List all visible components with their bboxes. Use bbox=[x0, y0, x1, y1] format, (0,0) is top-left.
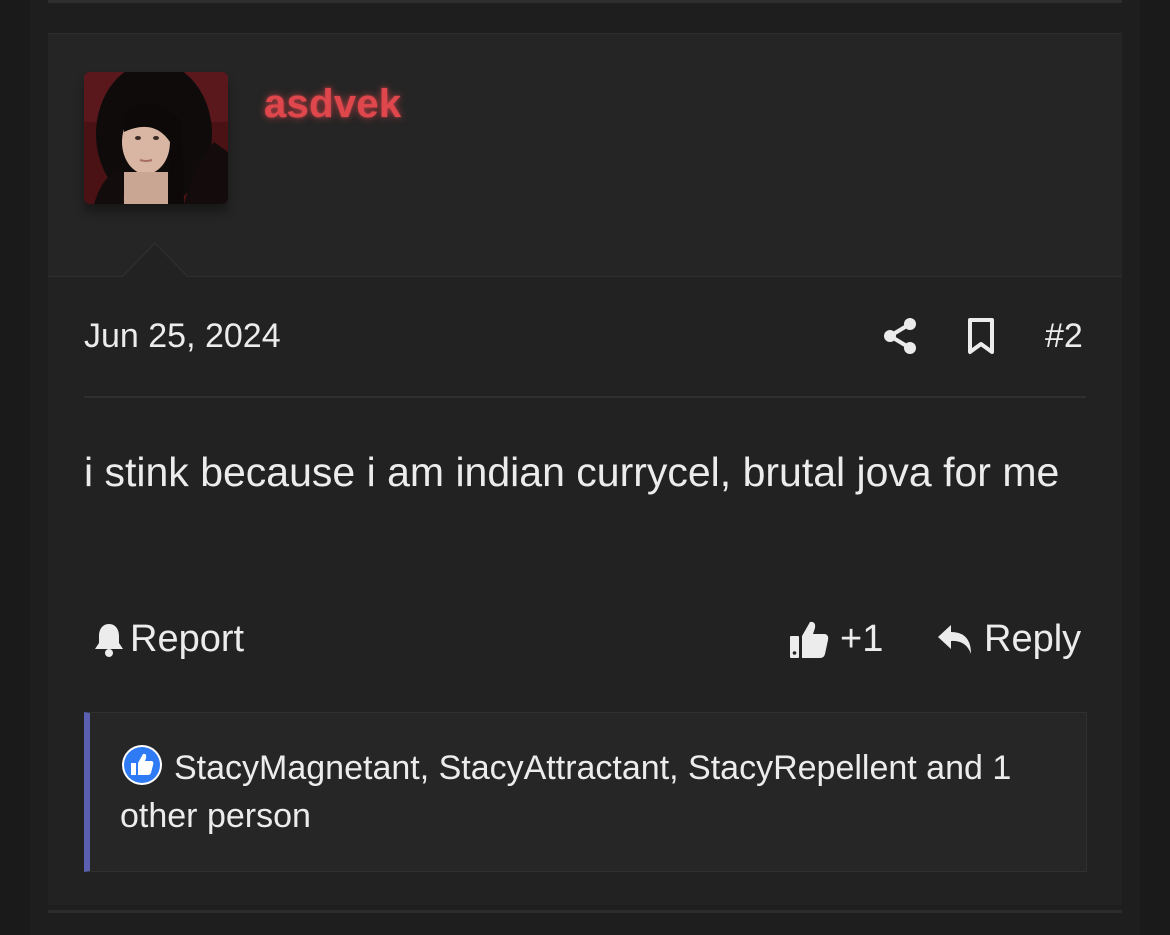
reactions-summary[interactable]: StacyMagnetant, StacyAttractant, StacyRe… bbox=[120, 743, 1060, 840]
report-label: Report bbox=[130, 617, 245, 660]
reply-icon bbox=[938, 625, 971, 654]
meta-divider bbox=[84, 396, 1086, 398]
reactions-text: StacyMagnetant, StacyAttractant, StacyRe… bbox=[120, 749, 1012, 835]
like-count: +1 bbox=[840, 617, 884, 660]
bottom-divider bbox=[48, 910, 1122, 913]
top-divider bbox=[48, 0, 1122, 3]
bell-icon bbox=[95, 624, 123, 657]
avatar-image bbox=[84, 72, 228, 204]
post-number-link[interactable]: #2 bbox=[1045, 317, 1083, 356]
post-date[interactable]: Jun 25, 2024 bbox=[84, 317, 281, 356]
username[interactable]: asdvek bbox=[264, 82, 401, 127]
post-message: i stink because i am indian currycel, br… bbox=[84, 449, 1060, 495]
reactions-bar[interactable]: StacyMagnetant, StacyAttractant, StacyRe… bbox=[84, 712, 1087, 872]
thumbs-up-icon bbox=[790, 621, 829, 658]
header-pointer bbox=[122, 242, 188, 277]
forum-post: asdvek Jun 25, 2024 #2 i stink because i… bbox=[48, 33, 1122, 905]
bookmark-icon[interactable] bbox=[966, 317, 996, 355]
like-button[interactable]: +1 bbox=[788, 617, 883, 661]
reply-button[interactable]: Reply bbox=[936, 617, 1081, 661]
like-reaction-icon bbox=[122, 745, 162, 785]
share-icon[interactable] bbox=[882, 317, 918, 355]
post-user-header: asdvek bbox=[48, 33, 1122, 277]
avatar[interactable] bbox=[84, 72, 228, 204]
reply-label: Reply bbox=[984, 617, 1082, 660]
report-button[interactable]: Report bbox=[92, 617, 244, 661]
